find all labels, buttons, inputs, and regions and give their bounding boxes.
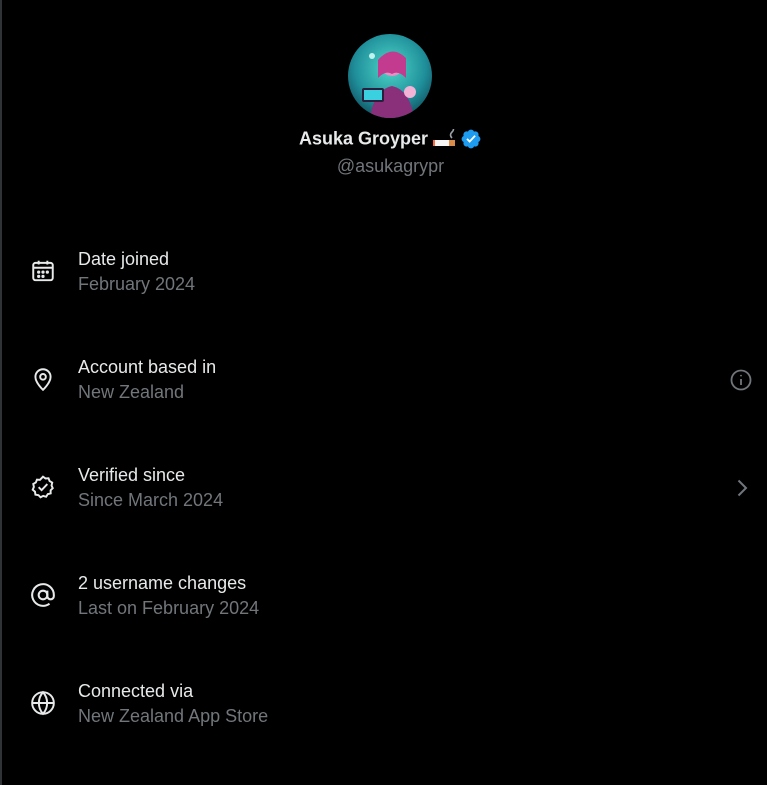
location-pin-icon bbox=[30, 366, 56, 392]
display-name-row: Asuka Groyper bbox=[0, 128, 767, 150]
row-verified-since[interactable]: Verified since Since March 2024 bbox=[0, 434, 767, 542]
profile-handle: @asukagrypr bbox=[336, 156, 445, 176]
globe-icon bbox=[30, 690, 56, 716]
chevron-right-icon[interactable] bbox=[730, 476, 754, 500]
row-date-joined: Date joined February 2024 bbox=[0, 218, 767, 326]
row-title: Connected via bbox=[78, 681, 194, 701]
row-subtitle: New Zealand bbox=[78, 382, 185, 402]
about-account-list: Date joined February 2024 Account based … bbox=[0, 218, 767, 758]
row-subtitle: February 2024 bbox=[78, 274, 196, 294]
row-subtitle: New Zealand App Store bbox=[78, 706, 269, 726]
row-account-based-in: Account based in New Zealand bbox=[0, 326, 767, 434]
profile-header: Asuka Groyper @asukagrypr bbox=[0, 0, 767, 200]
row-subtitle: Since March 2024 bbox=[78, 490, 224, 510]
row-title: 2 username changes bbox=[78, 573, 247, 593]
row-title: Date joined bbox=[78, 249, 170, 269]
row-username-changes: 2 username changes Last on February 2024 bbox=[0, 542, 767, 650]
display-name: Asuka Groyper bbox=[298, 128, 429, 149]
info-icon[interactable] bbox=[729, 368, 753, 392]
cigarette-emoji-icon bbox=[432, 129, 458, 149]
at-sign-icon bbox=[30, 582, 56, 608]
verified-check-icon bbox=[30, 474, 56, 500]
verified-badge-icon[interactable] bbox=[460, 128, 482, 150]
row-subtitle: Last on February 2024 bbox=[78, 598, 260, 618]
row-title: Verified since bbox=[78, 465, 186, 485]
avatar[interactable] bbox=[348, 34, 432, 118]
row-connected-via: Connected via New Zealand App Store bbox=[0, 650, 767, 758]
calendar-icon bbox=[30, 258, 56, 284]
row-title: Account based in bbox=[78, 357, 217, 377]
